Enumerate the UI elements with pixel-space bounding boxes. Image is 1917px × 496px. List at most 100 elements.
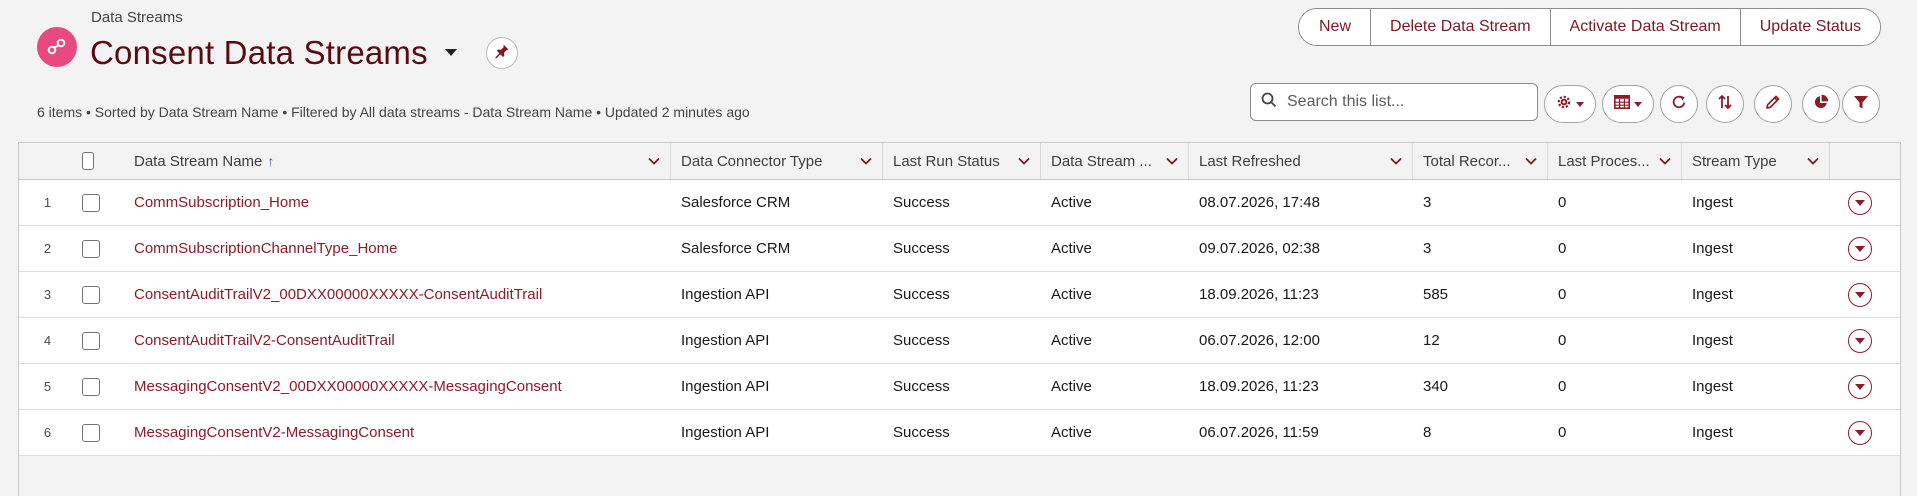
column-header-data-connector-type[interactable]: Data Connector Type xyxy=(671,143,883,180)
row-actions-button[interactable] xyxy=(1848,374,1872,399)
list-settings-button[interactable] xyxy=(1544,85,1596,123)
row-actions-button[interactable] xyxy=(1848,190,1872,215)
record-link[interactable]: MessagingConsentV2_00DXX00000XXXXX-Messa… xyxy=(134,378,562,395)
table-icon xyxy=(1614,94,1630,114)
search-icon xyxy=(1261,92,1277,113)
chevron-down-icon[interactable] xyxy=(647,154,661,168)
charts-button[interactable] xyxy=(1802,85,1840,123)
column-header-total-records[interactable]: Total Recor... xyxy=(1413,143,1548,180)
row-checkbox[interactable] xyxy=(82,331,100,350)
chevron-down-icon xyxy=(1855,286,1865,303)
cell-connector: Ingestion API xyxy=(681,286,770,303)
cell-last-processed: 0 xyxy=(1558,194,1567,211)
row-number: 4 xyxy=(43,333,52,348)
chevron-down-icon[interactable] xyxy=(1389,154,1403,168)
row-actions-button[interactable] xyxy=(1848,236,1872,261)
cell-last-refreshed: 08.07.2026, 17:48 xyxy=(1199,194,1320,211)
cell-run-status: Success xyxy=(893,332,950,349)
pencil-icon xyxy=(1765,94,1781,115)
cell-stream-status: Active xyxy=(1051,194,1092,211)
row-actions-button[interactable] xyxy=(1848,282,1872,307)
cell-last-refreshed: 18.09.2026, 11:23 xyxy=(1199,378,1319,395)
row-number: 6 xyxy=(43,425,52,440)
cell-total-records: 3 xyxy=(1423,194,1432,211)
cell-last-refreshed: 06.07.2026, 11:59 xyxy=(1199,424,1319,441)
cell-last-refreshed: 18.09.2026, 11:23 xyxy=(1199,286,1319,303)
cell-last-processed: 0 xyxy=(1558,332,1567,349)
chevron-down-icon[interactable] xyxy=(1165,154,1179,168)
table-row: 6 MessagingConsentV2-MessagingConsent In… xyxy=(19,409,1900,456)
table-row: 4 ConsentAuditTrailV2-ConsentAuditTrail … xyxy=(19,317,1900,364)
record-link[interactable]: CommSubscriptionChannelType_Home xyxy=(134,240,397,257)
cell-stream-status: Active xyxy=(1051,332,1092,349)
cell-stream-type: Ingest xyxy=(1692,424,1733,441)
row-checkbox[interactable] xyxy=(82,285,100,304)
chevron-down-icon[interactable] xyxy=(1658,154,1672,168)
activate-data-stream-button[interactable]: Activate Data Stream xyxy=(1549,9,1740,45)
refresh-button[interactable] xyxy=(1660,85,1698,123)
chevron-down-icon xyxy=(1634,95,1642,113)
row-checkbox[interactable] xyxy=(82,377,100,396)
cell-connector: Salesforce CRM xyxy=(681,194,791,211)
chevron-down-icon xyxy=(1855,378,1865,395)
table-row: 3 ConsentAuditTrailV2_00DXX00000XXXXX-Co… xyxy=(19,271,1900,318)
search-input[interactable] xyxy=(1287,93,1527,111)
title-row: Consent Data Streams xyxy=(90,34,518,72)
cell-stream-type: Ingest xyxy=(1692,378,1733,395)
data-table: Data Stream Name ↑ Data Connector Type L… xyxy=(18,142,1901,496)
row-actions-button[interactable] xyxy=(1848,328,1872,353)
chevron-down-icon[interactable] xyxy=(1017,154,1031,168)
record-link[interactable]: ConsentAuditTrailV2-ConsentAuditTrail xyxy=(134,332,395,349)
search-box xyxy=(1250,83,1538,121)
cell-connector: Salesforce CRM xyxy=(681,240,791,257)
row-number: 3 xyxy=(43,287,52,302)
new-button[interactable]: New xyxy=(1299,9,1371,45)
row-checkbox[interactable] xyxy=(82,239,100,258)
edit-list-button[interactable] xyxy=(1754,85,1792,123)
table-header-row: Data Stream Name ↑ Data Connector Type L… xyxy=(19,143,1900,180)
sort-icon xyxy=(1717,94,1733,115)
delete-data-stream-button[interactable]: Delete Data Stream xyxy=(1370,9,1550,45)
row-number: 1 xyxy=(43,195,52,210)
chevron-down-icon[interactable] xyxy=(442,44,460,62)
pin-button[interactable] xyxy=(485,37,518,69)
pin-icon xyxy=(494,43,510,64)
record-link[interactable]: MessagingConsentV2-MessagingConsent xyxy=(134,424,414,441)
filter-button[interactable] xyxy=(1842,85,1880,123)
column-header-last-processed[interactable]: Last Proces... xyxy=(1548,143,1682,180)
chevron-down-icon[interactable] xyxy=(1806,154,1820,168)
cell-run-status: Success xyxy=(893,378,950,395)
row-number-header xyxy=(19,143,76,180)
breadcrumb: Data Streams xyxy=(91,9,183,26)
chevron-down-icon[interactable] xyxy=(1524,154,1538,168)
record-link[interactable]: ConsentAuditTrailV2_00DXX00000XXXXX-Cons… xyxy=(134,286,542,303)
column-header-last-refreshed[interactable]: Last Refreshed xyxy=(1189,143,1413,180)
row-checkbox[interactable] xyxy=(82,193,100,212)
cell-stream-type: Ingest xyxy=(1692,332,1733,349)
chevron-down-icon xyxy=(1855,194,1865,211)
display-as-button[interactable] xyxy=(1602,85,1654,123)
select-all-checkbox[interactable] xyxy=(82,152,94,170)
cell-run-status: Success xyxy=(893,240,950,257)
gear-icon xyxy=(1556,94,1572,115)
cell-stream-status: Active xyxy=(1051,240,1092,257)
cell-stream-status: Active xyxy=(1051,378,1092,395)
row-checkbox[interactable] xyxy=(82,423,100,442)
cell-last-processed: 0 xyxy=(1558,378,1567,395)
refresh-icon xyxy=(1671,94,1687,115)
chevron-down-icon xyxy=(1855,424,1865,441)
column-header-data-stream-name[interactable]: Data Stream Name ↑ xyxy=(124,143,671,180)
update-status-button[interactable]: Update Status xyxy=(1739,9,1881,45)
row-number: 2 xyxy=(43,241,52,256)
column-header-last-run-status[interactable]: Last Run Status xyxy=(883,143,1041,180)
column-header-stream-type[interactable]: Stream Type xyxy=(1682,143,1830,180)
record-link[interactable]: CommSubscription_Home xyxy=(134,194,309,211)
cell-total-records: 12 xyxy=(1423,332,1440,349)
row-number: 5 xyxy=(43,379,52,394)
sort-button[interactable] xyxy=(1706,85,1744,123)
row-actions-button[interactable] xyxy=(1848,420,1872,445)
column-header-data-stream-status[interactable]: Data Stream ... xyxy=(1041,143,1189,180)
row-actions-header xyxy=(1830,143,1900,180)
cell-connector: Ingestion API xyxy=(681,424,770,441)
chevron-down-icon[interactable] xyxy=(859,154,873,168)
